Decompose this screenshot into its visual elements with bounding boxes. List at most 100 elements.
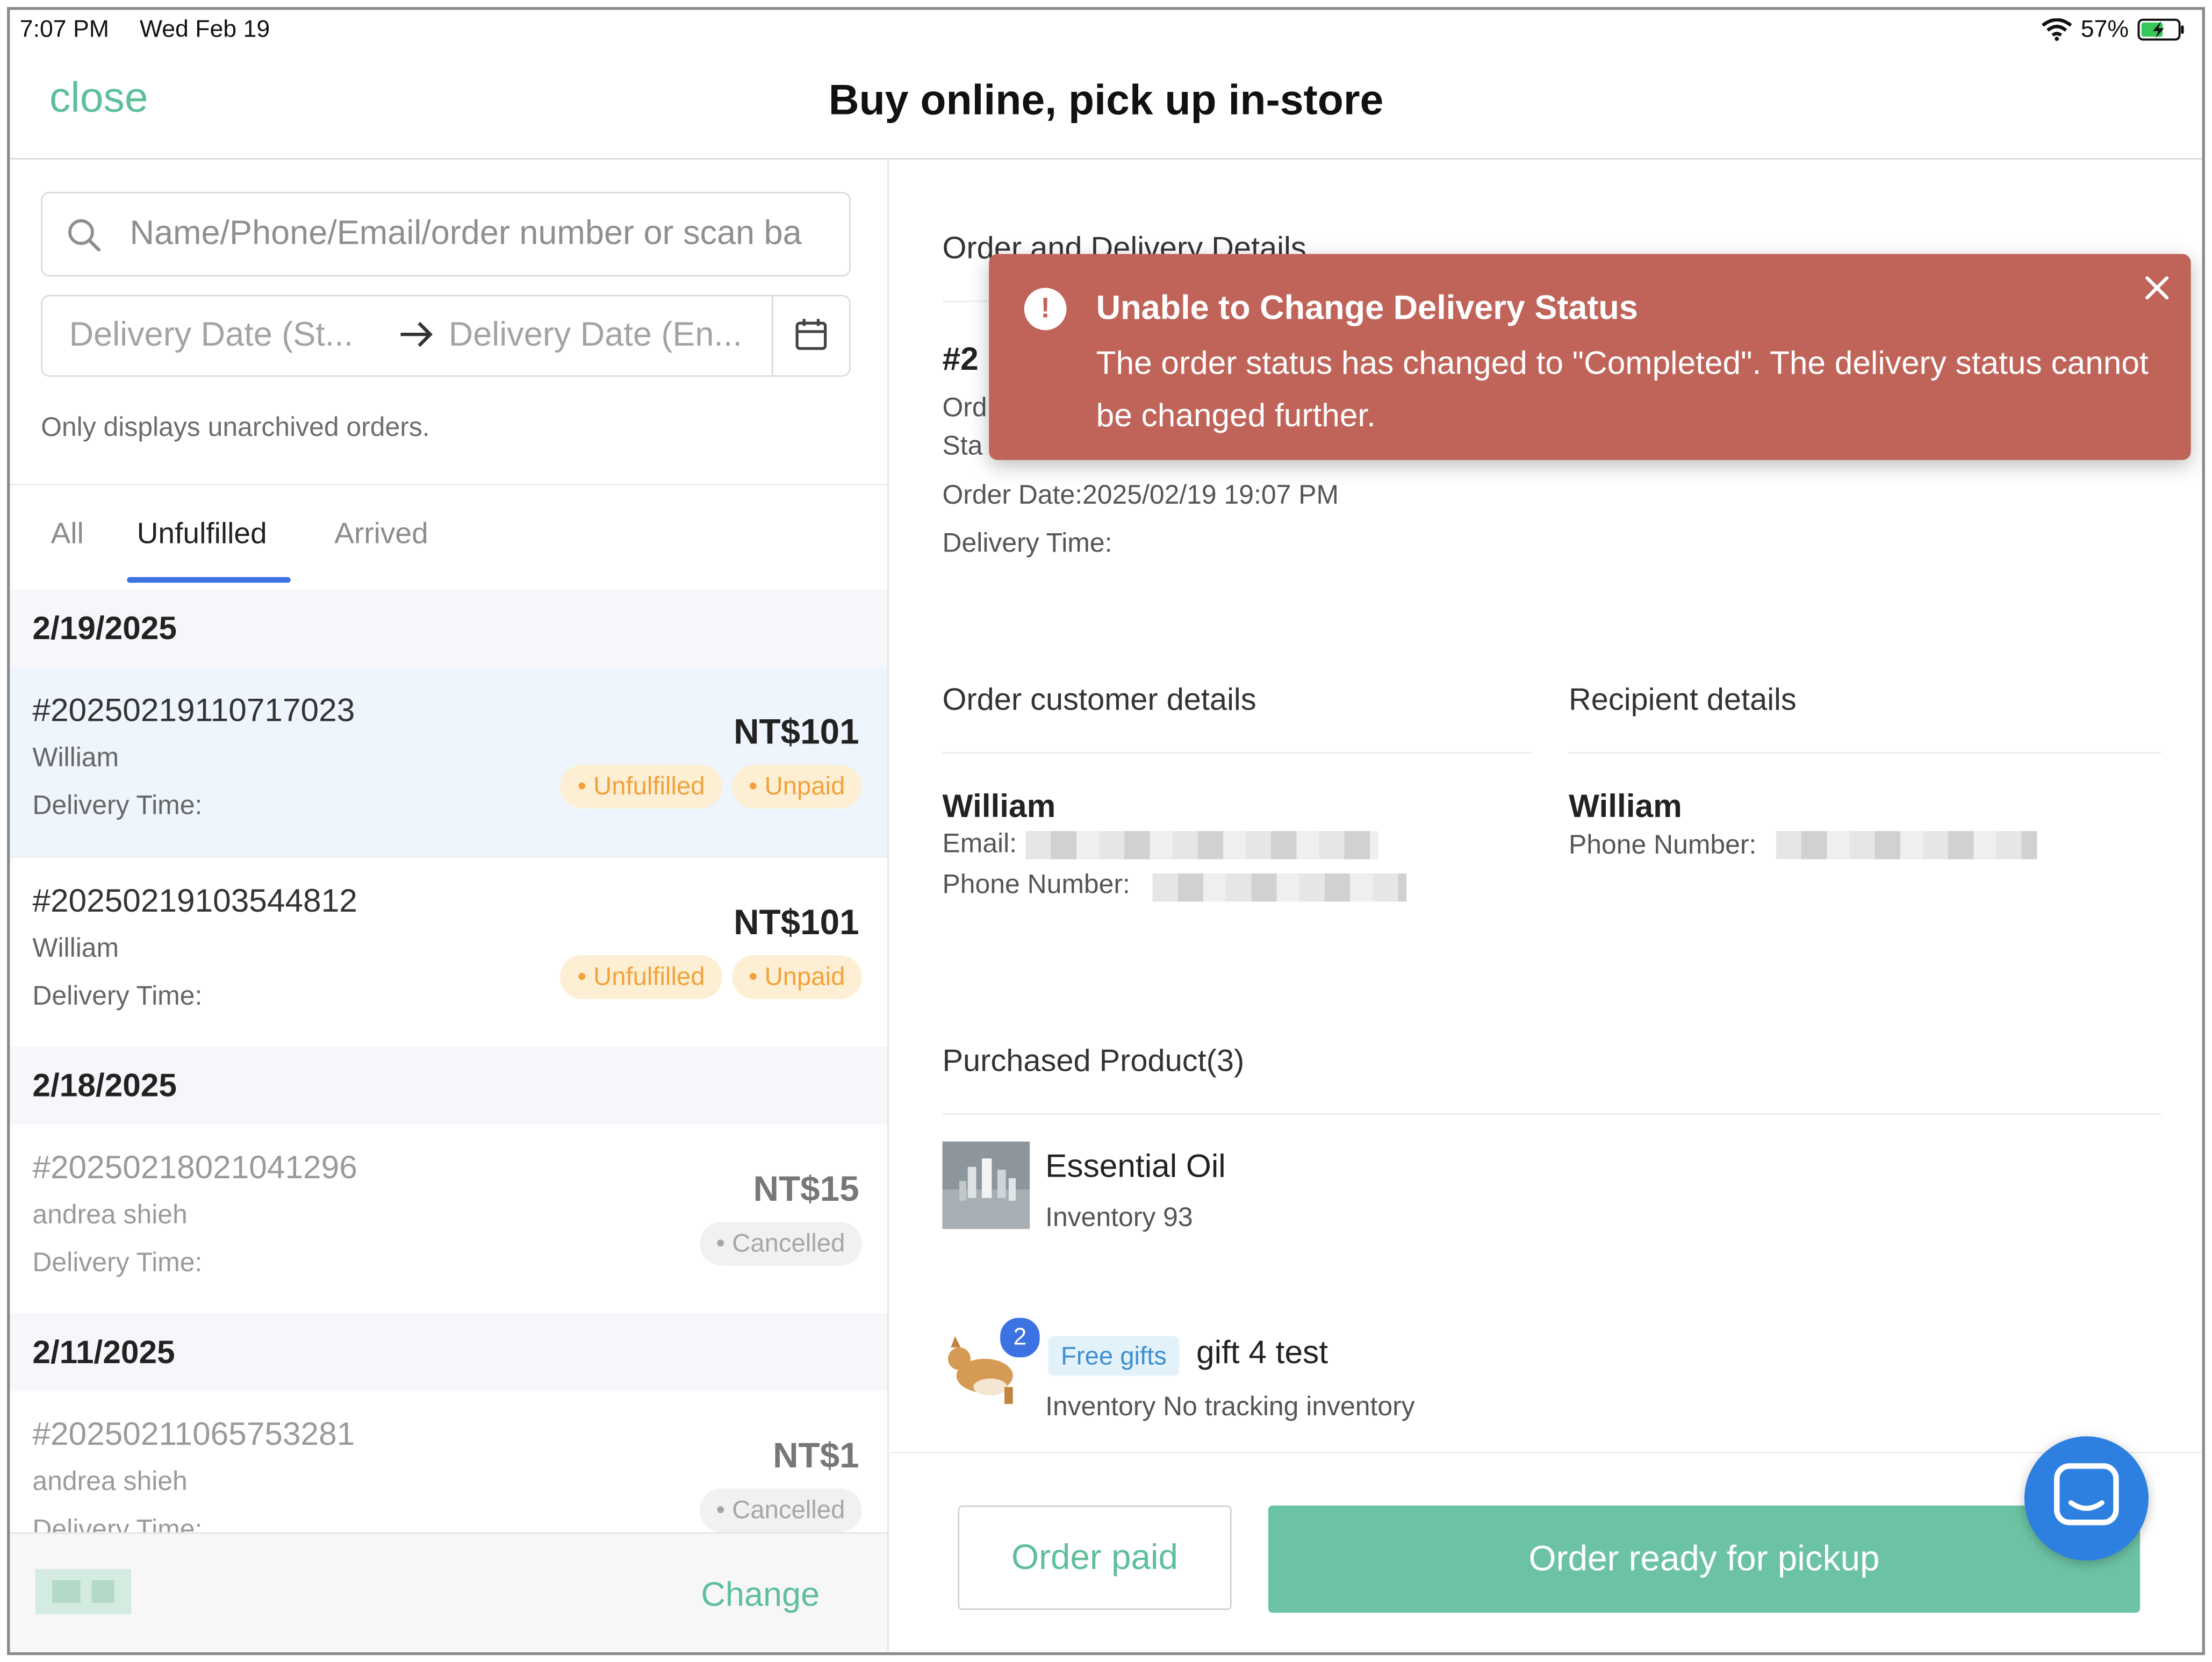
customer-phone-label: Phone Number: [942, 870, 1130, 900]
order-delivery-time: Delivery Time: [32, 982, 203, 1012]
order-badges: • Cancelled [699, 1488, 862, 1532]
order-ready-button[interactable]: Order ready for pickup [1268, 1505, 2141, 1613]
store-logo [35, 1569, 132, 1614]
redacted-email [1025, 831, 1378, 859]
recipient-name: William [1569, 787, 1682, 824]
gift-name: gift 4 test [1196, 1333, 1328, 1370]
chat-icon [2054, 1463, 2119, 1525]
order-row[interactable]: #20250218021041296 andrea shieh Delivery… [10, 1124, 888, 1315]
battery-percent: 57% [2080, 15, 2129, 42]
change-store-button[interactable]: Change [701, 1576, 820, 1616]
redacted-phone [1776, 831, 2037, 859]
payment-badge: • Unpaid [731, 764, 862, 809]
order-paid-button[interactable]: Order paid [958, 1505, 1232, 1610]
status-bar: 7:07 PM Wed Feb 19 57% [10, 10, 2202, 49]
app-window: 7:07 PM Wed Feb 19 57% close Buy online,… [7, 7, 2205, 1656]
delivery-date-range: Delivery Date (St... Delivery Date (En..… [41, 295, 851, 377]
tab-all[interactable]: All [51, 518, 84, 551]
divider [942, 1113, 2161, 1115]
order-price: NT$101 [734, 712, 859, 753]
order-row[interactable]: #20250219110717023 William Delivery Time… [10, 667, 888, 858]
product-name: Essential Oil [1045, 1147, 1226, 1184]
product-thumbnail [942, 1141, 1030, 1229]
status-badge: • Unfulfilled [560, 955, 722, 999]
divider [10, 484, 888, 485]
wifi-icon [2041, 18, 2072, 41]
search-placeholder: Name/Phone/Email/order number or scan ba [130, 214, 802, 253]
order-price: NT$101 [734, 903, 859, 943]
order-number: #20250218021041296 [32, 1148, 357, 1185]
order-customer: andrea shieh [32, 1467, 188, 1498]
status-date: Wed Feb 19 [139, 15, 270, 42]
payment-badge: • Unpaid [731, 955, 862, 999]
calendar-button[interactable] [771, 296, 849, 376]
order-number: #20250219103544812 [32, 882, 357, 919]
status-badge: • Unfulfilled [560, 764, 722, 809]
section-title-customer: Order customer details [942, 681, 1256, 717]
status-label-partial: Sta [942, 432, 983, 462]
date-group-header: 2/18/2025 [10, 1047, 888, 1125]
order-customer: andrea shieh [32, 1200, 188, 1230]
order-date: Order Date:2025/02/19 19:07 PM [942, 481, 1339, 511]
order-delivery-time: Delivery Time: [32, 1515, 203, 1532]
error-toast: ! Unable to Change Delivery Status The o… [989, 254, 2191, 460]
delivery-time: Delivery Time: [942, 529, 1112, 559]
chat-button[interactable] [2024, 1436, 2149, 1561]
order-badges: • Unfulfilled • Unpaid [560, 955, 862, 999]
date-start-field[interactable]: Delivery Date (St... [69, 316, 354, 356]
order-customer: William [32, 743, 119, 773]
order-badges: • Cancelled [699, 1222, 862, 1266]
order-customer: William [32, 934, 119, 964]
quantity-badge: 2 [999, 1316, 1042, 1359]
section-title-products: Purchased Product(3) [942, 1042, 1245, 1078]
order-delivery-time: Delivery Time: [32, 1249, 203, 1279]
group-date: 2/18/2025 [32, 1066, 177, 1104]
order-number: #20250211065753281 [32, 1415, 355, 1452]
tab-unfulfilled[interactable]: Unfulfilled [137, 518, 267, 551]
search-icon [68, 219, 100, 252]
product-inventory: Inventory 93 [1045, 1203, 1193, 1234]
order-tabs: All Unfulfilled Arrived [10, 487, 887, 589]
page-title: Buy online, pick up in-store [828, 77, 1384, 124]
alert-icon: ! [1024, 288, 1067, 331]
order-price: NT$15 [753, 1170, 859, 1209]
redacted-phone [1152, 873, 1407, 902]
order-price: NT$1 [773, 1436, 859, 1476]
search-input[interactable]: Name/Phone/Email/order number or scan ba [41, 192, 851, 277]
modal-header: close Buy online, pick up in-store [10, 66, 2202, 160]
recipient-phone-label: Phone Number: [1569, 831, 1757, 861]
arrow-right-icon [400, 321, 433, 347]
toast-message: The order status has changed to "Complet… [1096, 344, 2149, 433]
gift-inventory: Inventory No tracking inventory [1045, 1392, 1415, 1422]
close-icon[interactable] [2140, 271, 2174, 305]
order-list: 2/19/2025 #20250219110717023 William Del… [10, 590, 888, 1532]
action-bar: Order paid Order ready for pickup [890, 1436, 2202, 1652]
customer-email-label: Email: [942, 829, 1017, 859]
unarchived-note: Only displays unarchived orders. [41, 413, 430, 443]
order-number: #20250219110717023 [32, 691, 355, 728]
toast-title: Unable to Change Delivery Status [1096, 289, 1638, 327]
status-indicators: 57% [2041, 16, 2185, 44]
date-group-header: 2/19/2025 [10, 590, 888, 668]
order-delivery-time: Delivery Time: [32, 791, 203, 821]
free-gift-tag: Free gifts [1048, 1336, 1180, 1376]
order-row[interactable]: #20250219103544812 William Delivery Time… [10, 858, 888, 1049]
divider [942, 752, 1532, 754]
order-row[interactable]: #20250211065753281 andrea shieh Delivery… [10, 1391, 888, 1532]
group-date: 2/11/2025 [32, 1333, 175, 1370]
status-badge: • Cancelled [699, 1488, 862, 1532]
order-number-partial: #2 [942, 340, 979, 377]
battery-icon [2137, 18, 2184, 41]
calendar-icon [795, 319, 827, 350]
date-group-header: 2/11/2025 [10, 1313, 888, 1392]
store-footer: Change [10, 1532, 888, 1652]
order-list-panel: Name/Phone/Email/order number or scan ba… [10, 159, 889, 1652]
tab-arrived[interactable]: Arrived [334, 518, 428, 551]
divider [1569, 752, 2161, 754]
status-badge: • Cancelled [699, 1222, 862, 1266]
active-tab-indicator [127, 577, 291, 583]
status-time: 7:07 PM [19, 15, 109, 42]
order-label-partial: Ord [942, 393, 987, 424]
order-badges: • Unfulfilled • Unpaid [560, 764, 862, 809]
date-end-field[interactable]: Delivery Date (En... [449, 316, 742, 356]
